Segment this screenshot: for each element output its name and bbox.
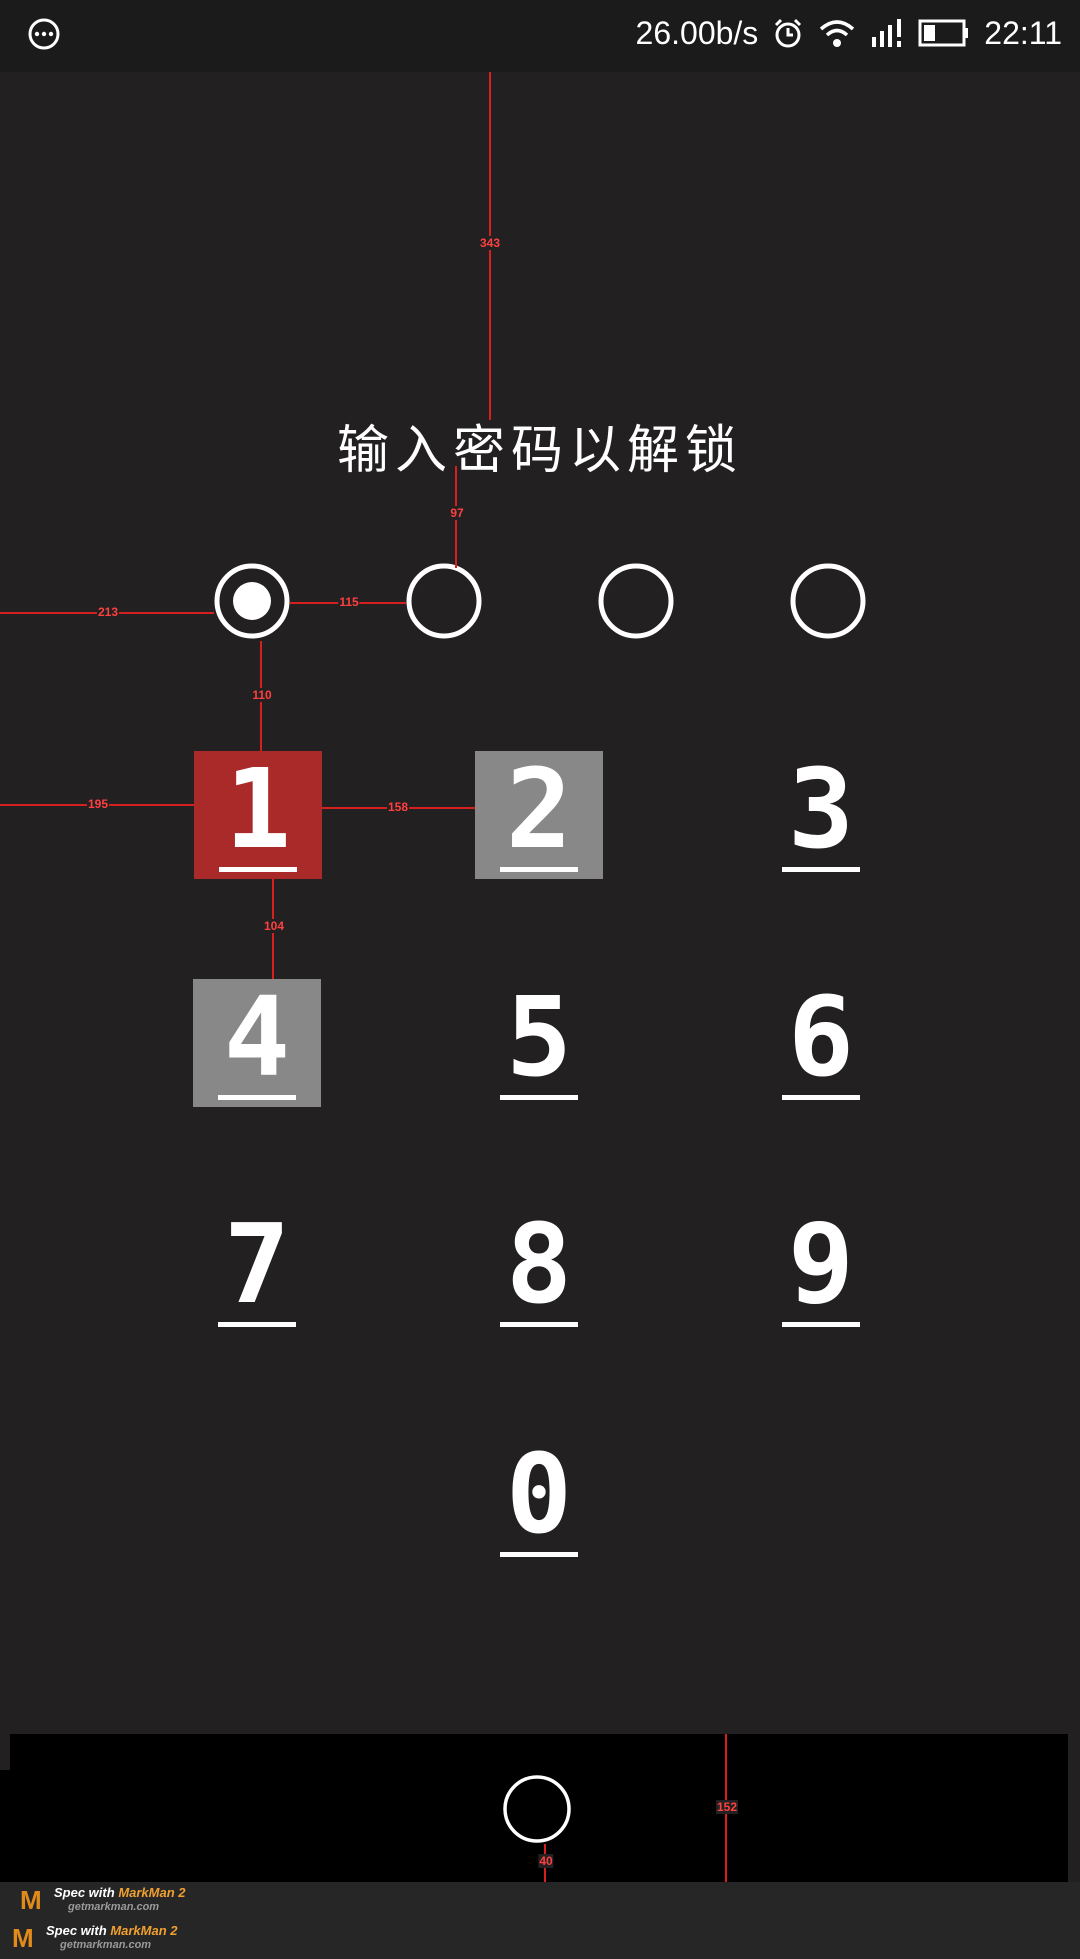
key-1[interactable]: 1 xyxy=(194,751,322,879)
key-9-digit: 9 xyxy=(787,1199,855,1328)
measure-label: 104 xyxy=(262,919,286,933)
more-icon[interactable] xyxy=(26,16,62,52)
key-6[interactable]: 6 xyxy=(757,979,885,1107)
battery-icon xyxy=(918,19,969,47)
key-0-digit: 0 xyxy=(505,1429,573,1558)
key-3[interactable]: 3 xyxy=(757,751,885,879)
network-speed: 26.00b/s xyxy=(635,14,759,51)
nav-bar-edge xyxy=(0,1770,10,1882)
watermark-url: getmarkman.com xyxy=(68,1901,160,1913)
watermark-prefix: Spec with xyxy=(46,1923,107,1938)
watermark-brand: MarkMan 2 xyxy=(118,1885,186,1900)
signal-icon xyxy=(872,19,902,47)
measure-label: 152 xyxy=(715,1800,739,1814)
key-underline xyxy=(219,866,297,872)
measure-label: 110 xyxy=(251,688,273,702)
key-underline xyxy=(782,1094,860,1100)
watermark-footer: M Spec with MarkMan 2 getmarkman.com M S… xyxy=(0,1882,1080,1959)
alarm-icon xyxy=(775,18,802,48)
measure-label: 158 xyxy=(386,800,410,814)
key-3-digit: 3 xyxy=(787,744,855,873)
key-7-digit: 7 xyxy=(223,1199,291,1328)
key-4-digit: 4 xyxy=(223,972,291,1101)
measure-label: 213 xyxy=(96,605,120,619)
key-underline xyxy=(500,1094,578,1100)
key-5[interactable]: 5 xyxy=(475,979,603,1107)
key-8[interactable]: 8 xyxy=(475,1206,603,1334)
key-7[interactable]: 7 xyxy=(193,1206,321,1334)
key-underline xyxy=(782,866,860,872)
key-underline xyxy=(782,1321,860,1327)
measure-label: 97 xyxy=(449,506,465,520)
key-1-digit: 1 xyxy=(224,744,292,873)
key-underline xyxy=(218,1321,296,1327)
measure-label: 343 xyxy=(478,236,502,250)
key-9[interactable]: 9 xyxy=(757,1206,885,1334)
pin-dot-empty xyxy=(790,563,866,639)
watermark-prefix: Spec with xyxy=(54,1885,115,1900)
markman-logo-icon: M xyxy=(20,1885,42,1915)
key-underline xyxy=(500,1551,578,1557)
pin-dot-empty xyxy=(598,563,674,639)
status-time: 22:11 xyxy=(984,14,1062,51)
key-8-digit: 8 xyxy=(505,1199,573,1328)
key-underline xyxy=(500,1321,578,1327)
home-button-icon[interactable] xyxy=(502,1774,572,1844)
measure-label: 40 xyxy=(538,1854,554,1868)
markman-logo-icon: M xyxy=(12,1923,34,1953)
watermark-url: getmarkman.com xyxy=(60,1939,152,1951)
status-bar: 26.00b/s 22:11 xyxy=(0,0,1080,72)
key-0[interactable]: 0 xyxy=(475,1436,603,1564)
key-2-digit: 2 xyxy=(505,744,573,873)
measure-label: 115 xyxy=(338,595,360,609)
watermark-brand: MarkMan 2 xyxy=(110,1923,178,1938)
measure-label: 195 xyxy=(86,797,110,811)
key-6-digit: 6 xyxy=(787,972,855,1101)
key-2[interactable]: 2 xyxy=(475,751,603,879)
key-underline xyxy=(218,1094,296,1100)
markman-badge: M Spec with MarkMan 2 getmarkman.com xyxy=(20,1885,186,1915)
unlock-prompt: 输入密码以解锁 xyxy=(336,421,743,481)
wifi-icon xyxy=(820,20,855,47)
pin-dot-empty xyxy=(406,563,482,639)
key-4[interactable]: 4 xyxy=(193,979,321,1107)
markman-badge: M Spec with MarkMan 2 getmarkman.com xyxy=(12,1923,178,1953)
key-5-digit: 5 xyxy=(505,972,573,1101)
key-underline xyxy=(500,866,578,872)
pin-dot-filled xyxy=(214,563,290,639)
